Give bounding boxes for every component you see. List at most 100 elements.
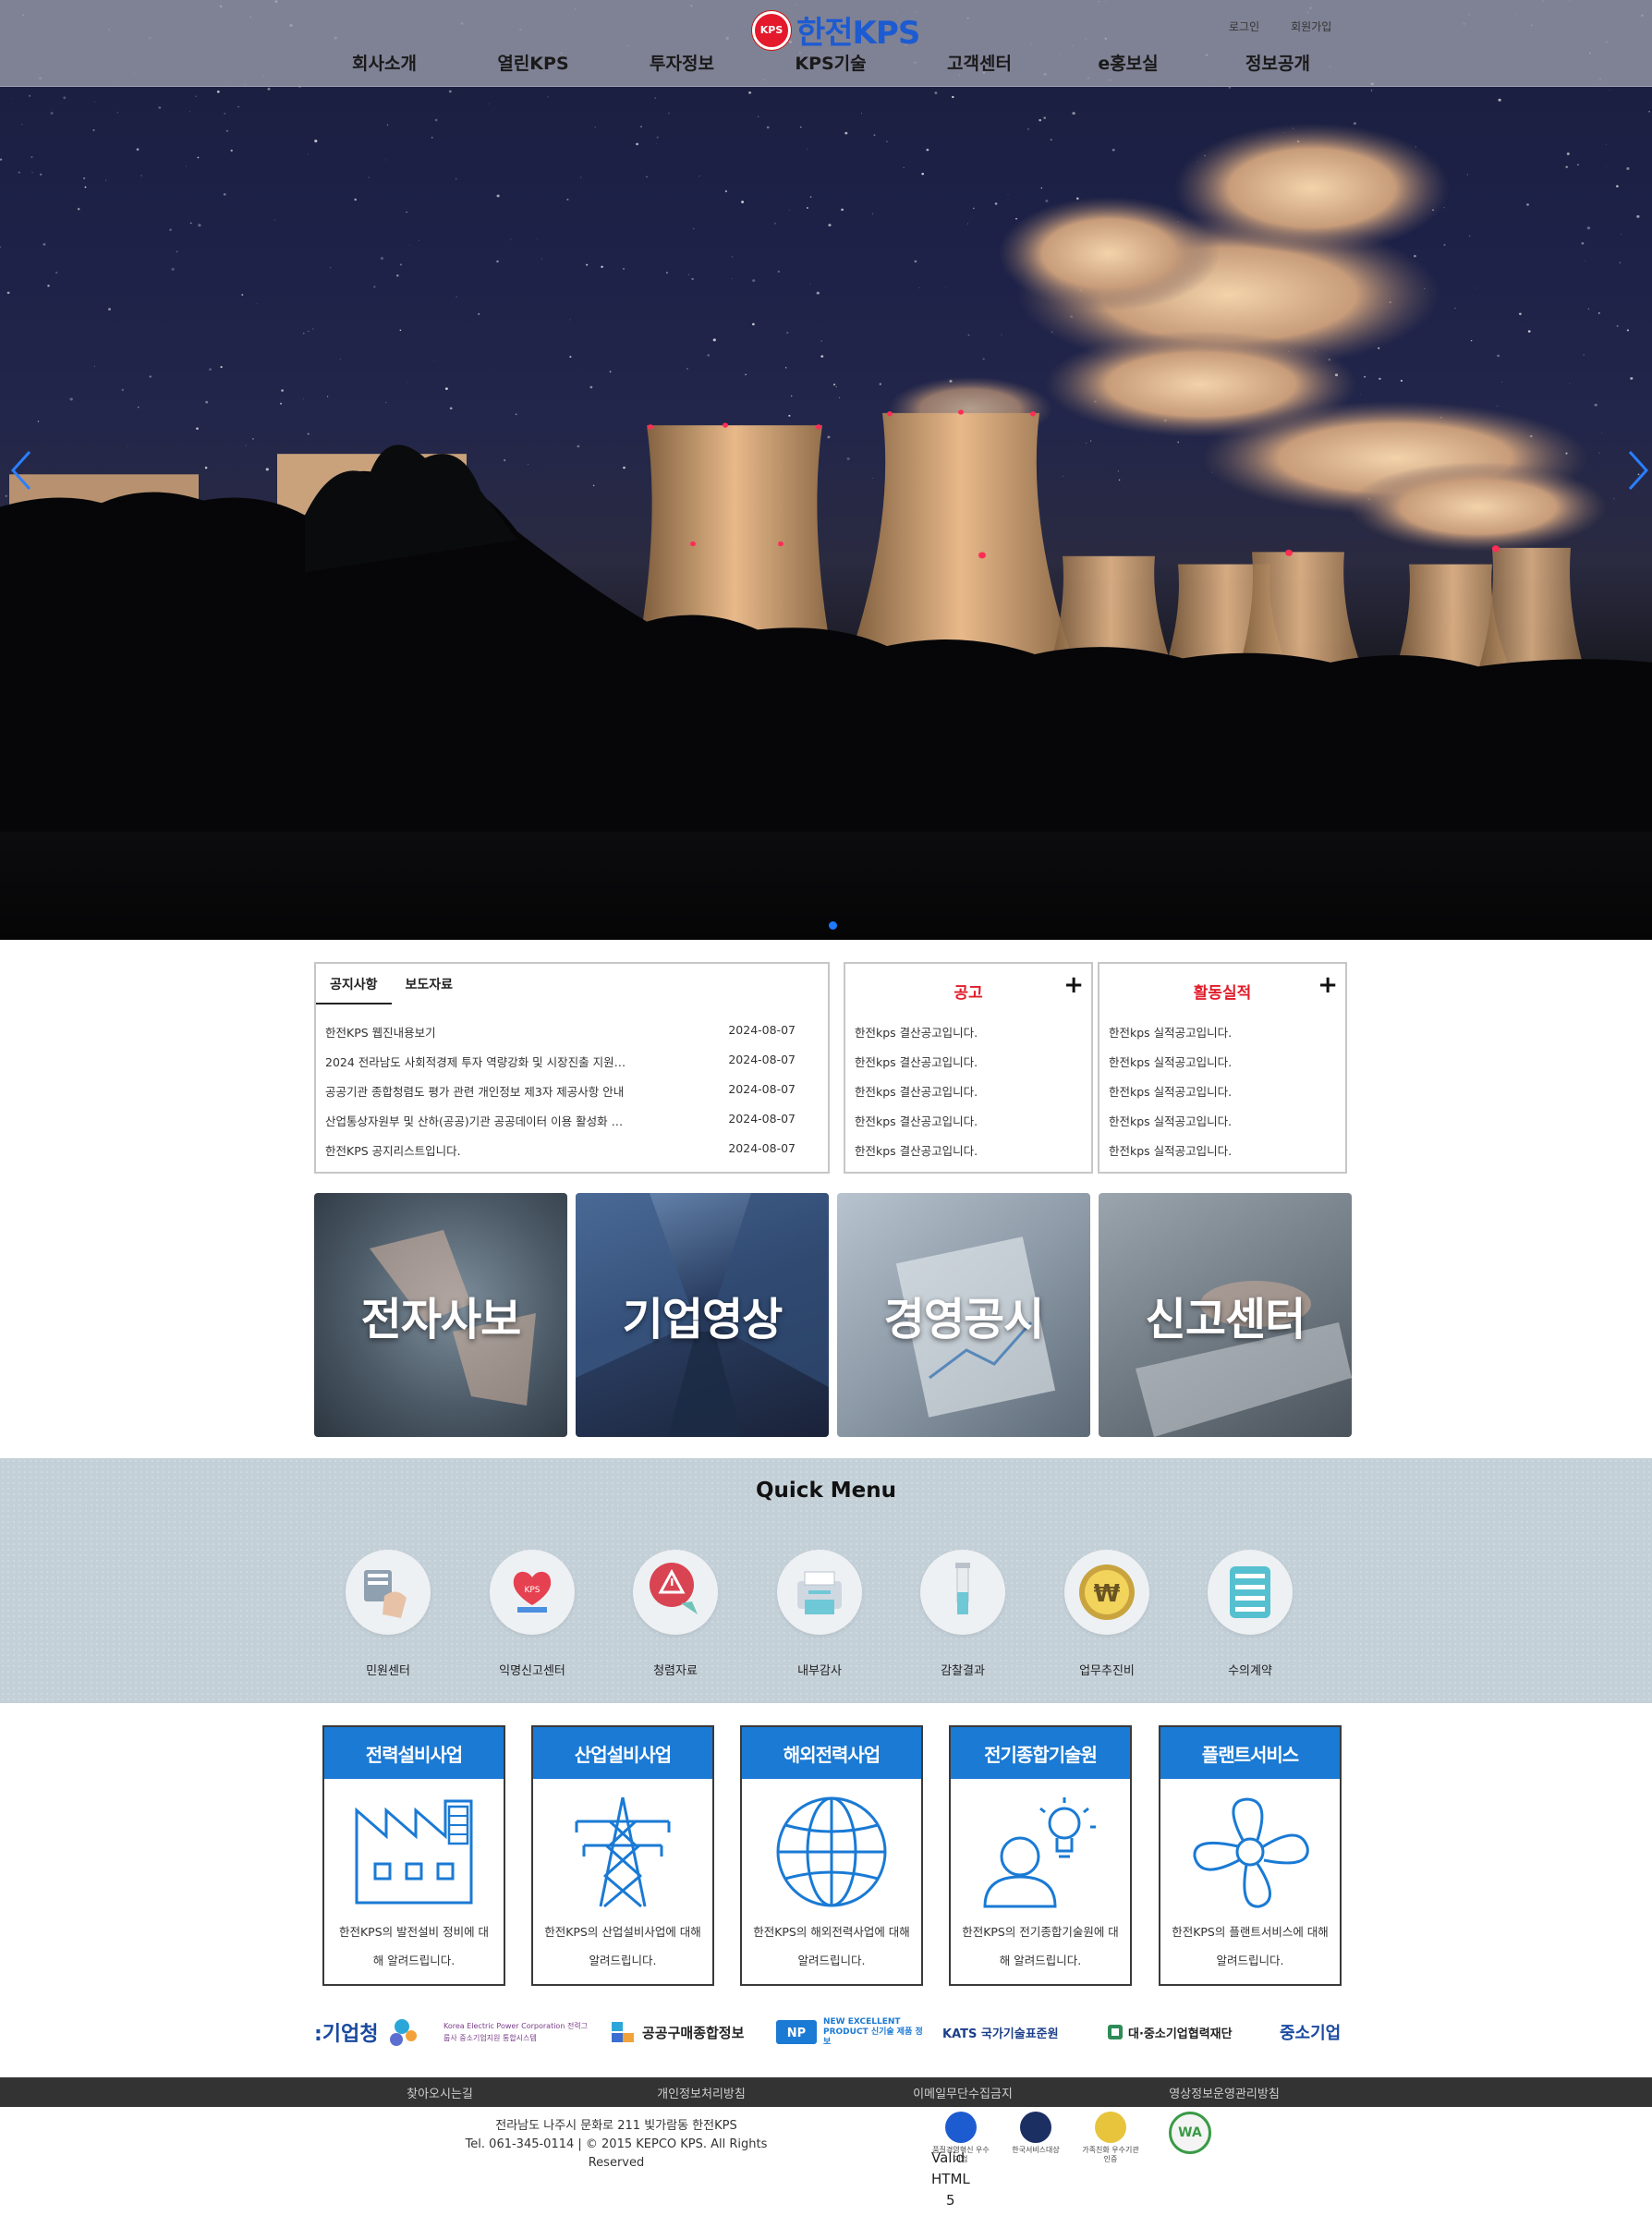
list-item[interactable]: 한전kps 실적공고입니다. — [1109, 1082, 1336, 1112]
nav-item-pr[interactable]: e홍보실 — [1098, 50, 1158, 75]
logo[interactable]: KPS 한전KPS — [752, 7, 920, 53]
globe-icon — [776, 1796, 887, 1907]
quick-item-anonymous-report[interactable]: KPS 익명신고센터 — [481, 1550, 583, 1678]
slider-pagination-dot[interactable] — [829, 921, 837, 930]
site-header: KPS 한전KPS 로그인 회원가입 회사소개 열린KPS 투자정보 KPS기술… — [0, 0, 1652, 87]
partner-logo-sme-admin[interactable]: 중소기업 — [1280, 2005, 1349, 2059]
list-item[interactable]: 한전kps 실적공고입니다. — [1109, 1112, 1336, 1141]
banner-label: 경영공시 — [883, 1294, 1045, 1345]
nav-item-customer-center[interactable]: 고객센터 — [947, 50, 1012, 75]
banner-disclosure[interactable]: 경영공시 — [837, 1193, 1090, 1437]
business-card-title: 플랜트서비스 — [1160, 1727, 1340, 1779]
business-card-tech-institute[interactable]: 전기종합기술원 한전KPS의 전기종합기술원에 대해 알려드립니다. — [949, 1725, 1132, 1986]
valid-html-badge[interactable]: Valid HTML 5 — [931, 2148, 970, 2211]
business-card-industrial[interactable]: 산업설비사업 한전KPS의 산업설비사업에 대해 알려드립니다. — [531, 1725, 714, 1986]
list-item[interactable]: 한전kps 실적공고입니다. — [1109, 1053, 1336, 1082]
list-item[interactable]: 한전KPS 공지리스트입니다. 2024-08-07 — [325, 1141, 819, 1171]
news-date: 2024-08-07 — [728, 1053, 796, 1066]
footer-address: 전라남도 나주시 문화로 211 빛가람동 한전KPS Tel. 061-345… — [450, 2117, 783, 2173]
list-item[interactable]: 한전kps 실적공고입니다. — [1109, 1141, 1336, 1171]
complaint-center-icon — [346, 1550, 431, 1635]
business-card-plant-service[interactable]: 플랜트서비스 한전KPS의 플랜트서비스에 대해 알려드립니다. — [1159, 1725, 1342, 1986]
list-item[interactable]: 산업통상자원부 및 산하(공공)기관 공공데이터 이용 활성화 안내 2024-0… — [325, 1112, 819, 1141]
news-date: 2024-08-07 — [728, 1112, 796, 1126]
family-friendly-icon — [1095, 2112, 1126, 2143]
list-item[interactable]: 공공기관 종합청렴도 평가 관련 개인정보 제3자 제공사항 안내 2024-08… — [325, 1082, 819, 1112]
news-panel: 공지사항 보도자료 한전KPS 웹진내용보기 2024-08-07 2024 전라… — [314, 962, 830, 1174]
news-title: 한전KPS 공지리스트입니다. — [325, 1144, 461, 1158]
business-card-title: 전기종합기술원 — [951, 1727, 1130, 1779]
list-item[interactable]: 한전kps 결산공고입니다. — [855, 1141, 1082, 1171]
partner-logo-sme[interactable]: :기업청 — [314, 2005, 427, 2059]
win-win-logo-icon — [1108, 2025, 1123, 2039]
banner-label: 기업영상 — [622, 1294, 783, 1345]
panel-title: 활동실적 — [1193, 984, 1252, 1003]
list-item[interactable]: 한전KPS 웹진내용보기 2024-08-07 — [325, 1023, 819, 1053]
factory-icon — [355, 1799, 473, 1905]
list-item[interactable]: 한전kps 결산공고입니다. — [855, 1082, 1082, 1112]
performance-panel: 활동실적 + 한전kps 실적공고입니다. 한전kps 실적공고입니다. 한전k… — [1098, 962, 1347, 1174]
footer-link-email-policy[interactable]: 이메일무단수집금지 — [913, 2084, 1013, 2101]
svg-text:NP: NP — [787, 2027, 806, 2040]
nav-item-kps-tech[interactable]: KPS기술 — [795, 50, 866, 75]
cert-web-accessibility[interactable]: WA — [1160, 2112, 1221, 2157]
nav-item-company[interactable]: 회사소개 — [352, 50, 417, 75]
quick-item-label: 익명신고센터 — [499, 1664, 565, 1678]
more-plus-icon[interactable]: + — [1318, 971, 1338, 999]
list-item[interactable]: 한전kps 실적공고입니다. — [1109, 1023, 1336, 1053]
partner-logo-label: 중소기업 — [1280, 2024, 1342, 2043]
footer-link-privacy[interactable]: 개인정보처리방침 — [657, 2084, 746, 2101]
list-item[interactable]: 한전kps 결산공고입니다. — [855, 1023, 1082, 1053]
service-award-icon — [1020, 2112, 1051, 2143]
list-item[interactable]: 한전kps 결산공고입니다. — [855, 1053, 1082, 1082]
partner-logo-label: 공공구매종합정보 — [642, 2024, 745, 2041]
business-card-overseas[interactable]: 해외전력사업 한전KPS의 해외전력사업에 대해 알려드립니다. — [740, 1725, 923, 1986]
signup-link[interactable]: 회원가입 — [1291, 18, 1331, 34]
nav-item-disclosure[interactable]: 정보공개 — [1245, 50, 1310, 75]
news-tabs: 공지사항 보도자료 — [316, 964, 467, 1004]
business-card-power-equipment[interactable]: 전력설비사업 한전KPS의 발전설비 정비에 대해 알려드립니다. — [322, 1725, 505, 1986]
warning-bubble-icon — [633, 1550, 718, 1635]
partner-logo-kats[interactable]: KATS 국가기술표준원 — [942, 2005, 1081, 2059]
cert-label: 한국서비스대상 — [1012, 2146, 1060, 2154]
footer-link-directions[interactable]: 찾아오시는길 — [407, 2084, 473, 2101]
quick-item-private-contract[interactable]: 수의계약 — [1199, 1550, 1301, 1678]
more-plus-icon[interactable]: + — [1063, 971, 1084, 999]
quick-item-label: 민원센터 — [366, 1664, 410, 1678]
cert-family-friendly[interactable]: 가족친화 우수기관인증 — [1080, 2112, 1141, 2164]
chevron-left-icon[interactable] — [7, 447, 35, 493]
tab-press[interactable]: 보도자료 — [392, 964, 468, 1004]
valid-line: Valid — [931, 2149, 966, 2166]
business-card-desc: 한전KPS의 발전설비 정비에 대해 알려드립니다. — [338, 1925, 490, 1967]
main-nav: 회사소개 열린KPS 투자정보 KPS기술 고객센터 e홍보실 정보공개 — [0, 50, 1652, 79]
list-item[interactable]: 한전kps 결산공고입니다. — [855, 1112, 1082, 1141]
quick-item-label: 내부감사 — [797, 1664, 842, 1678]
tab-notice[interactable]: 공지사항 — [316, 964, 392, 1004]
news-date: 2024-08-07 — [728, 1023, 796, 1037]
footer-link-cctv-policy[interactable]: 영상정보운영관리방침 — [1169, 2084, 1280, 2101]
quick-item-inspection-results[interactable]: 감찰결과 — [912, 1550, 1014, 1678]
quality-badge-icon — [945, 2112, 977, 2143]
login-link[interactable]: 로그인 — [1229, 18, 1259, 34]
partner-logo-kepco-support[interactable]: Korea Electric Power Corporation 전력그룹사 중… — [443, 2005, 601, 2059]
printer-icon — [777, 1550, 862, 1635]
quick-item-label: 청렴자료 — [653, 1664, 698, 1678]
partner-logo-nep[interactable]: NP NEW EXCELLENT PRODUCT 신기술 제품 정보 — [776, 2005, 929, 2059]
partner-logo-procurement[interactable]: 공공구매종합정보 — [610, 2005, 758, 2059]
quick-item-expenses[interactable]: ₩ 업무추진비 — [1056, 1550, 1158, 1678]
nav-item-investment[interactable]: 투자정보 — [650, 50, 714, 75]
banner-video[interactable]: 기업영상 — [576, 1193, 829, 1437]
quick-item-internal-audit[interactable]: 내부감사 — [769, 1550, 870, 1678]
banner-webzine[interactable]: 전자사보 — [314, 1193, 567, 1437]
list-item[interactable]: 2024 전라남도 사회적경제 투자 역량강화 및 시장진출 지원사업 2024-… — [325, 1053, 819, 1082]
chevron-right-icon[interactable] — [1624, 447, 1652, 493]
cert-service[interactable]: 한국서비스대상 — [1005, 2112, 1066, 2155]
news-date: 2024-08-07 — [728, 1141, 796, 1155]
quick-menu-title: Quick Menu — [756, 1479, 896, 1503]
quick-item-integrity-data[interactable]: 청렴자료 — [625, 1550, 726, 1678]
partner-logo-win-win[interactable]: 대·중소기업협력재단 — [1107, 2005, 1255, 2059]
quick-item-civil-service[interactable]: 민원센터 — [337, 1550, 439, 1678]
banner-report-center[interactable]: 신고센터 — [1099, 1193, 1352, 1437]
nav-item-open-kps[interactable]: 열린KPS — [497, 50, 568, 75]
news-title: 2024 전라남도 사회적경제 투자 역량강화 및 시장진출 지원사업 — [325, 1055, 630, 1069]
